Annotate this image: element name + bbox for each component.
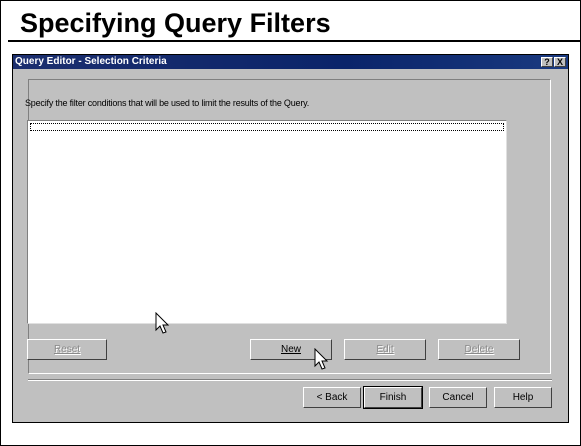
reset-button[interactable]: Reset [27, 339, 107, 360]
footer-separator [28, 379, 552, 381]
close-icon[interactable]: X [554, 57, 566, 67]
filter-conditions-list[interactable] [27, 120, 507, 324]
cancel-button[interactable]: Cancel [429, 387, 487, 408]
dialog-title: Query Editor - Selection Criteria [15, 56, 167, 67]
arrow-cursor-icon [155, 312, 170, 334]
help-button[interactable]: Help [494, 387, 552, 408]
edit-button[interactable]: Edit [344, 339, 426, 360]
query-editor-dialog: Query Editor - Selection Criteria ? X Sp… [12, 54, 569, 423]
finish-button[interactable]: Finish [363, 386, 423, 409]
dialog-titlebar[interactable]: Query Editor - Selection Criteria ? X [13, 55, 568, 69]
edit-button-label: Edit [376, 344, 394, 355]
arrow-cursor-icon [314, 348, 329, 370]
delete-button-label: Delete [464, 344, 494, 355]
delete-button[interactable]: Delete [438, 339, 520, 360]
slide-title: Specifying Query Filters [20, 8, 331, 38]
title-underline [8, 40, 581, 42]
list-item[interactable] [30, 123, 504, 131]
reset-button-label: Reset [53, 344, 81, 355]
new-button-label: New [280, 344, 301, 355]
back-button[interactable]: < Back [303, 387, 361, 408]
help-icon[interactable]: ? [541, 57, 553, 67]
instructions-text: Specify the filter conditions that will … [25, 98, 310, 108]
